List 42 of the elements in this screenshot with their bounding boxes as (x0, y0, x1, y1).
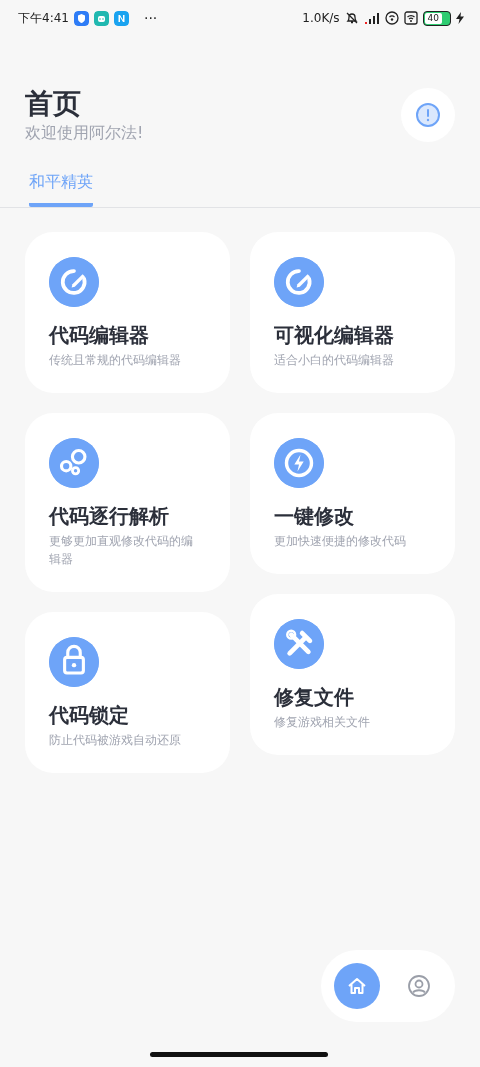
tools-icon (274, 619, 324, 669)
feature-card[interactable]: 可视化编辑器 适合小白的代码编辑器 (250, 232, 455, 393)
hotspot-icon (384, 11, 399, 25)
info-icon (415, 102, 441, 128)
home-icon (346, 975, 368, 997)
card-title: 修复文件 (274, 684, 355, 711)
card-description: 适合小白的代码编辑器 (274, 352, 395, 369)
lightning-icon (274, 438, 324, 488)
feature-card[interactable]: 修复文件 修复游戏相关文件 (250, 594, 455, 755)
card-title: 代码编辑器 (49, 322, 150, 349)
bubbles-icon (49, 438, 99, 488)
nav-button[interactable] (334, 963, 380, 1009)
lock-icon (49, 637, 99, 687)
card-title: 代码逐行解析 (49, 503, 170, 530)
welcome-text: 欢迎使用阿尔法! (25, 122, 144, 144)
robot-icon (93, 10, 109, 26)
card-title: 一键修改 (274, 503, 355, 530)
app-icon (113, 10, 129, 26)
card-title: 代码锁定 (49, 702, 130, 729)
feature-card[interactable]: 代码锁定 防止代码被游戏自动还原 (25, 612, 230, 773)
card-description: 修复游戏相关文件 (274, 714, 371, 731)
charging-icon (456, 12, 464, 24)
wifi-icon (403, 11, 418, 25)
pencil-icon (274, 257, 324, 307)
card-title: 可视化编辑器 (274, 322, 395, 349)
page-title: 首页 (25, 86, 82, 122)
profile-icon (407, 974, 431, 998)
network-speed: 1.0K/s (302, 11, 340, 25)
feature-card[interactable]: 一键修改 更加快速便捷的修改代码 (250, 413, 455, 574)
card-description: 更够更加直观修改代码的编辑器 (49, 533, 194, 568)
pencil-icon (49, 257, 99, 307)
card-description: 防止代码被游戏自动还原 (49, 732, 182, 749)
status-time: 下午4:41 (18, 9, 69, 27)
card-description: 更加快速便捷的修改代码 (274, 533, 407, 550)
battery-percent: 40 (424, 12, 442, 24)
feature-card[interactable]: 代码编辑器 传统且常规的代码编辑器 (25, 232, 230, 393)
bell-muted-icon (344, 11, 359, 25)
feature-card[interactable]: 代码逐行解析 更够更加直观修改代码的编辑器 (25, 413, 230, 592)
signal-icon (363, 12, 380, 24)
card-description: 传统且常规的代码编辑器 (49, 352, 182, 369)
more-indicator: ··· (143, 10, 158, 26)
shield-icon (73, 10, 89, 26)
